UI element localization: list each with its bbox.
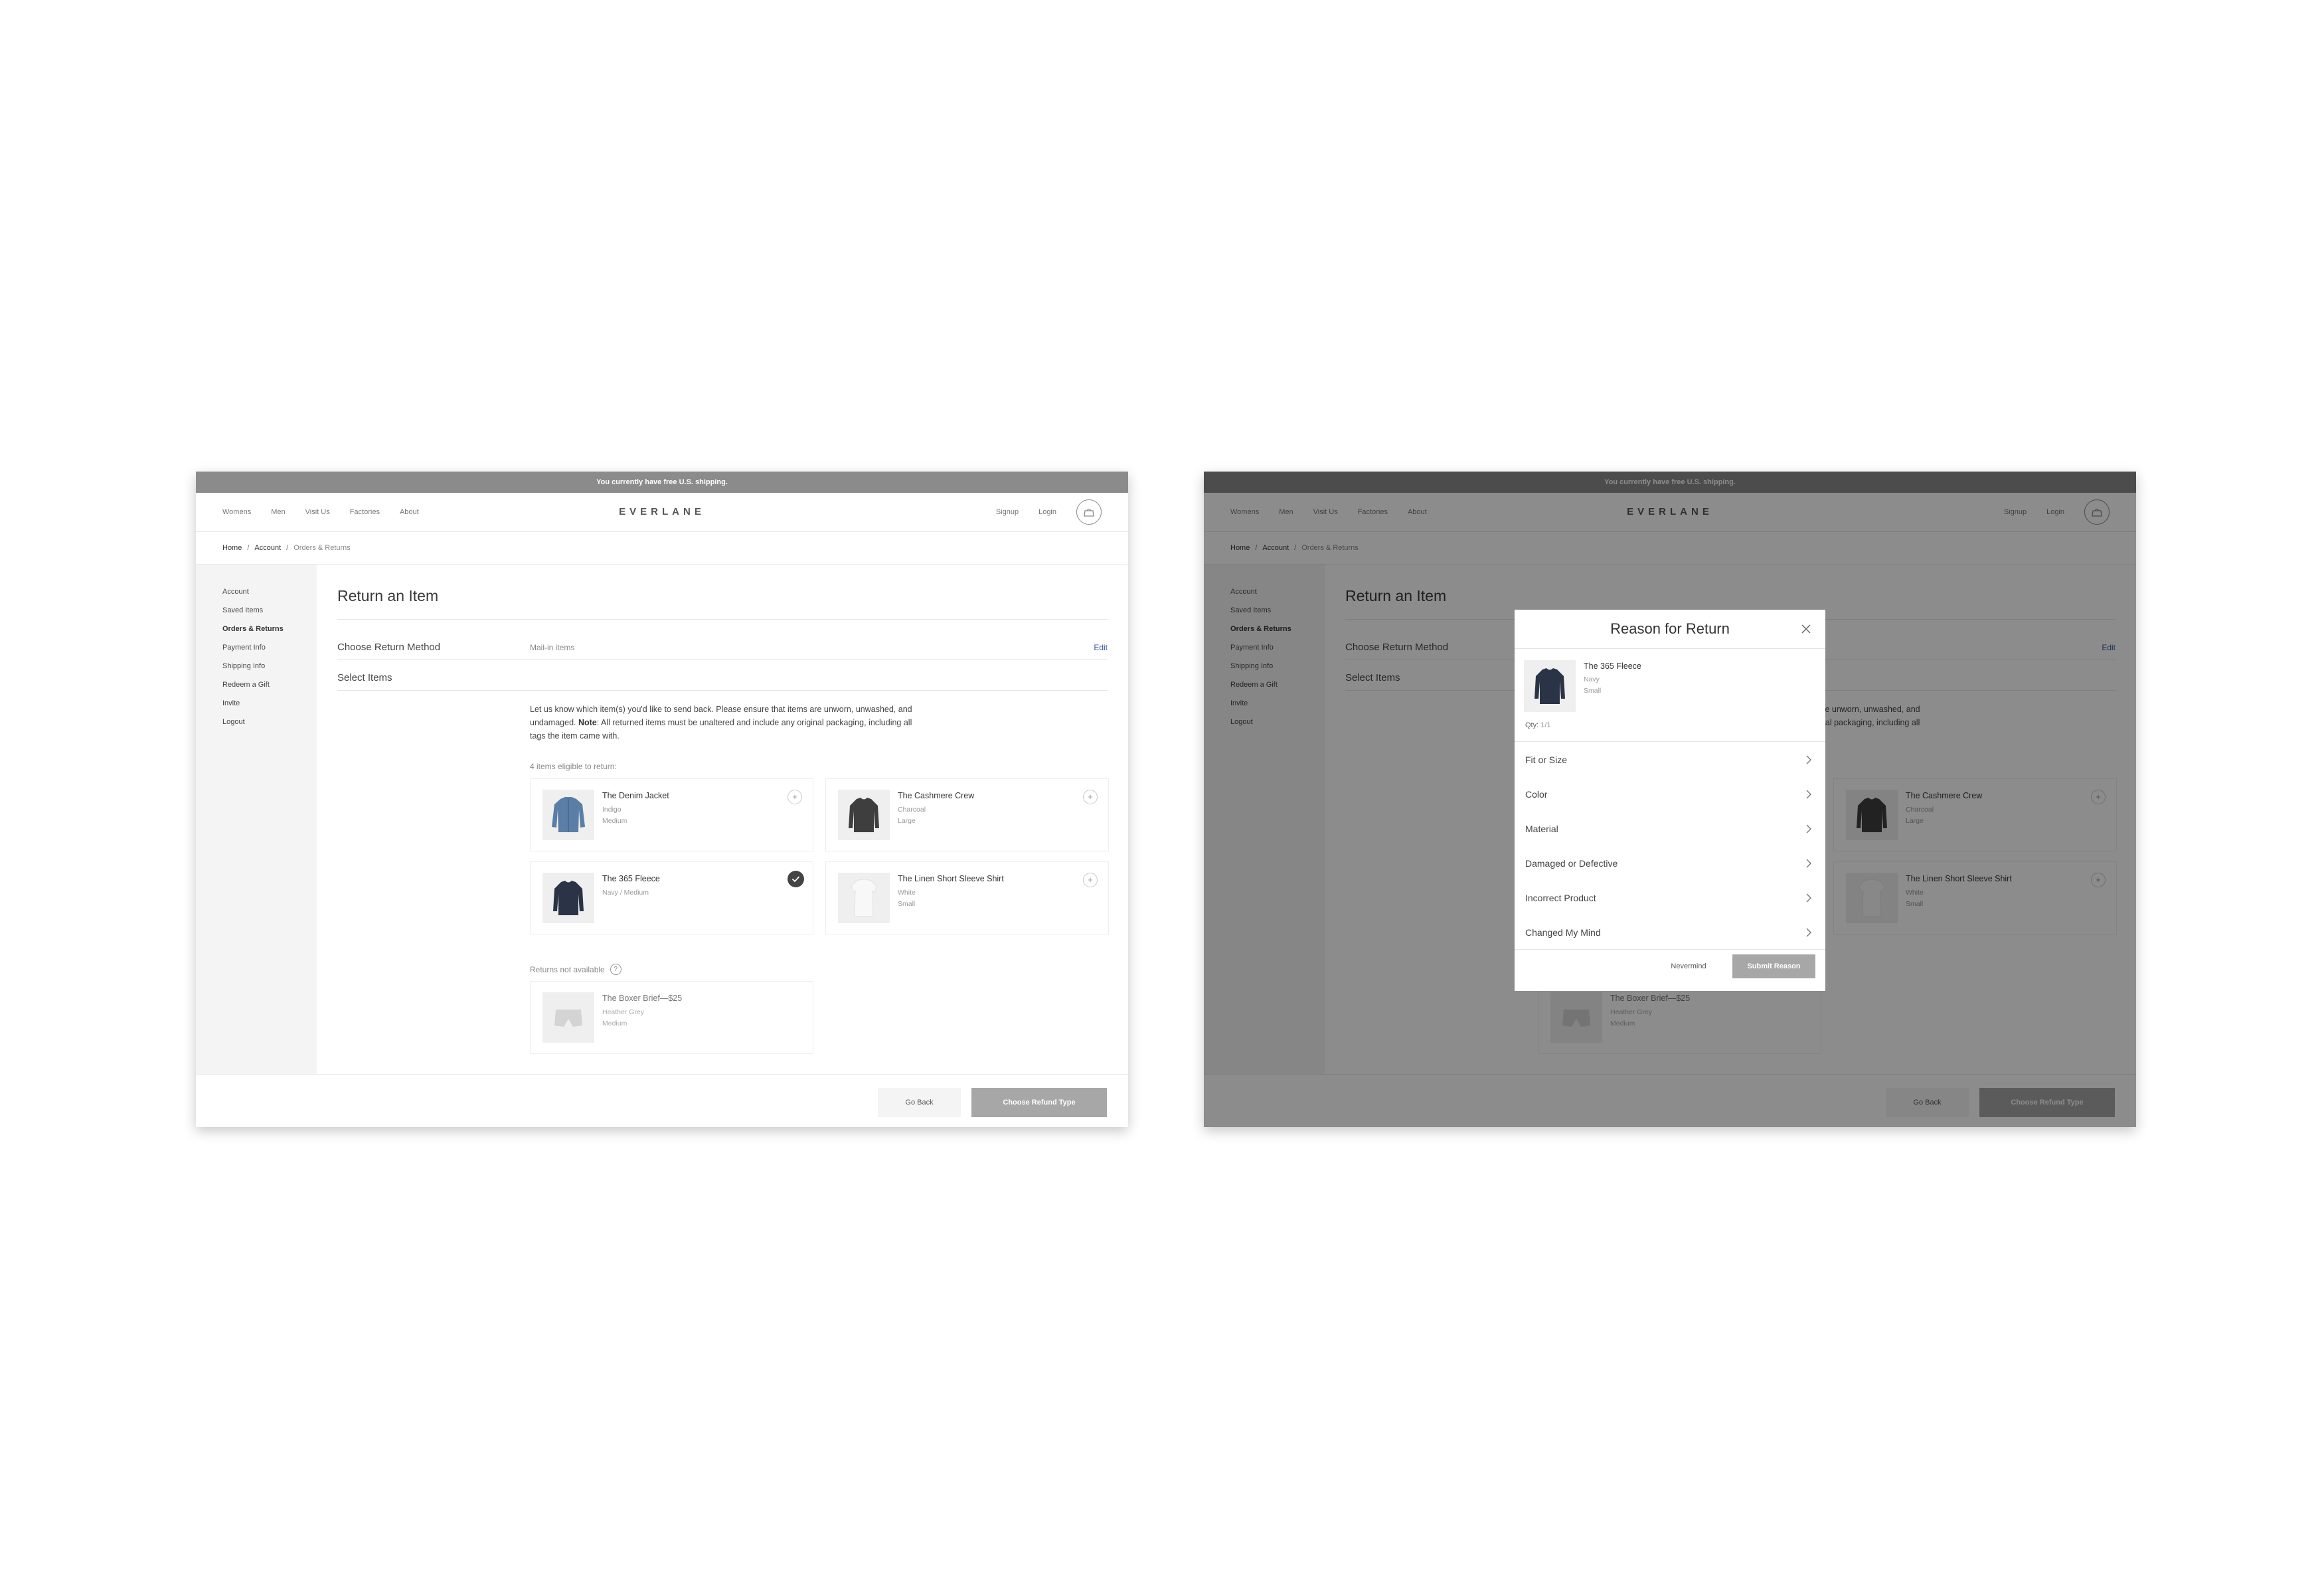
modal-item-variant: Navy Small bbox=[1584, 675, 1602, 695]
reason-option-incorrect-product[interactable]: Incorrect Product bbox=[1515, 881, 1825, 915]
item-variant: White Small bbox=[898, 889, 916, 908]
sidebar-item-logout[interactable]: Logout bbox=[222, 718, 245, 726]
add-item-icon[interactable]: + bbox=[1083, 790, 1098, 804]
breadcrumb-separator: / bbox=[286, 544, 289, 552]
chevron-right-icon bbox=[1806, 893, 1811, 903]
sidebar-item-shipping-info[interactable]: Shipping Info bbox=[222, 662, 265, 670]
go-back-button[interactable]: Go Back bbox=[878, 1088, 961, 1117]
reason-option-material[interactable]: Material bbox=[1515, 812, 1825, 846]
product-image-denim-jacket bbox=[542, 790, 594, 840]
chevron-right-icon bbox=[1806, 755, 1811, 764]
reason-option-color[interactable]: Color bbox=[1515, 777, 1825, 812]
product-image-365-fleece bbox=[1524, 660, 1576, 712]
account-sidebar: Account Saved Items Orders & Returns Pay… bbox=[196, 565, 317, 1074]
top-nav: Womens Men Visit Us Factories About EVER… bbox=[196, 493, 1128, 532]
select-items-label: Select Items bbox=[337, 672, 392, 683]
nav-right-links: Signup Login bbox=[996, 493, 1102, 531]
chevron-right-icon bbox=[1806, 824, 1811, 834]
choose-refund-type-button[interactable]: Choose Refund Type bbox=[971, 1088, 1107, 1117]
help-icon[interactable]: ? bbox=[610, 964, 622, 975]
item-card-boxer-brief: The Boxer Brief—$25 Heather Grey Medium bbox=[530, 981, 813, 1054]
item-variant: Navy / Medium bbox=[602, 889, 649, 897]
breadcrumb: Home / Account / Orders & Returns bbox=[196, 532, 1128, 565]
page-title: Return an Item bbox=[337, 587, 439, 604]
return-page-frame: You currently have free U.S. shipping. W… bbox=[196, 472, 1128, 1127]
chevron-right-icon bbox=[1806, 859, 1811, 868]
cart-bag-icon[interactable] bbox=[1076, 499, 1102, 525]
item-name: The Cashmere Crew bbox=[898, 791, 975, 800]
return-main: Return an Item Choose Return Method Mail… bbox=[317, 565, 1128, 1074]
reason-option-damaged[interactable]: Damaged or Defective bbox=[1515, 846, 1825, 881]
reason-for-return-modal: Reason for Return The 365 Fleece Navy Sma… bbox=[1515, 610, 1825, 991]
nevermind-button[interactable]: Nevermind bbox=[1665, 954, 1712, 978]
product-image-cashmere-crew bbox=[838, 790, 890, 840]
product-image-boxer-brief bbox=[542, 992, 594, 1043]
item-variant: Heather Grey Medium bbox=[602, 1008, 645, 1027]
divider bbox=[337, 690, 1108, 691]
sidebar-item-payment-info[interactable]: Payment Info bbox=[222, 644, 266, 652]
returns-not-available-label: Returns not available? bbox=[530, 964, 622, 975]
return-instructions: Let us know which item(s) you'd like to … bbox=[530, 703, 915, 743]
item-name: The Denim Jacket bbox=[602, 791, 669, 800]
item-card-denim-jacket[interactable]: The Denim Jacket IndigoMedium + bbox=[530, 778, 813, 851]
sidebar-item-redeem-gift[interactable]: Redeem a Gift bbox=[222, 681, 270, 689]
item-name: The Boxer Brief—$25 bbox=[602, 994, 683, 1003]
add-item-icon[interactable]: + bbox=[788, 790, 802, 804]
submit-reason-button[interactable]: Submit Reason bbox=[1732, 954, 1815, 978]
item-variant: IndigoMedium bbox=[602, 806, 627, 825]
shipping-banner: You currently have free U.S. shipping. bbox=[196, 472, 1128, 493]
sidebar-item-invite[interactable]: Invite bbox=[222, 699, 240, 707]
modal-item-name: The 365 Fleece bbox=[1584, 662, 1641, 671]
modal-quantity: Qty: 1/1 bbox=[1525, 721, 1551, 729]
sidebar-item-orders-returns[interactable]: Orders & Returns bbox=[222, 625, 284, 633]
nav-link-signup[interactable]: Signup bbox=[996, 508, 1019, 516]
sidebar-item-account[interactable]: Account bbox=[222, 588, 249, 596]
selected-check-icon[interactable] bbox=[788, 871, 804, 887]
item-card-linen-shirt[interactable]: The Linen Short Sleeve Shirt White Small … bbox=[825, 861, 1109, 934]
item-card-cashmere-crew[interactable]: The Cashmere Crew Charcoal Large + bbox=[825, 778, 1109, 851]
item-name: The Linen Short Sleeve Shirt bbox=[898, 874, 1004, 883]
nav-link-login[interactable]: Login bbox=[1038, 508, 1056, 516]
product-image-365-fleece bbox=[542, 873, 594, 923]
sidebar-item-saved-items[interactable]: Saved Items bbox=[222, 606, 263, 614]
divider bbox=[1515, 949, 1825, 950]
divider bbox=[337, 619, 1108, 620]
item-card-365-fleece[interactable]: The 365 Fleece Navy / Medium bbox=[530, 861, 813, 934]
edit-method-link[interactable]: Edit bbox=[1094, 643, 1108, 652]
breadcrumb-home[interactable]: Home bbox=[222, 544, 242, 552]
modal-title: Reason for Return bbox=[1515, 610, 1825, 649]
return-method-label: Choose Return Method bbox=[337, 642, 441, 653]
reason-option-changed-mind[interactable]: Changed My Mind bbox=[1515, 915, 1825, 950]
add-item-icon[interactable]: + bbox=[1083, 873, 1098, 887]
chevron-right-icon bbox=[1806, 928, 1811, 937]
close-icon[interactable] bbox=[1799, 622, 1813, 636]
return-method-value: Mail-in items bbox=[530, 643, 575, 652]
return-page-frame-modal: You currently have free U.S. shipping. W… bbox=[1204, 472, 2136, 1127]
product-image-linen-shirt bbox=[838, 873, 890, 923]
divider bbox=[1515, 741, 1825, 742]
breadcrumb-account[interactable]: Account bbox=[254, 544, 281, 552]
breadcrumb-separator: / bbox=[247, 544, 250, 552]
intro-note: Note bbox=[578, 718, 597, 727]
chevron-right-icon bbox=[1806, 790, 1811, 799]
item-name: The 365 Fleece bbox=[602, 874, 660, 883]
reason-option-fit-size[interactable]: Fit or Size bbox=[1515, 743, 1825, 777]
breadcrumb-current: Orders & Returns bbox=[293, 544, 351, 552]
item-variant: Charcoal Large bbox=[898, 806, 926, 825]
cart-bag-glyph bbox=[1084, 508, 1094, 517]
action-footer: Go Back Choose Refund Type bbox=[196, 1074, 1128, 1127]
eligible-count-label: 4 items eligible to return: bbox=[530, 762, 617, 771]
divider bbox=[337, 659, 1108, 660]
brand-logo[interactable]: EVERLANE bbox=[196, 493, 1128, 531]
